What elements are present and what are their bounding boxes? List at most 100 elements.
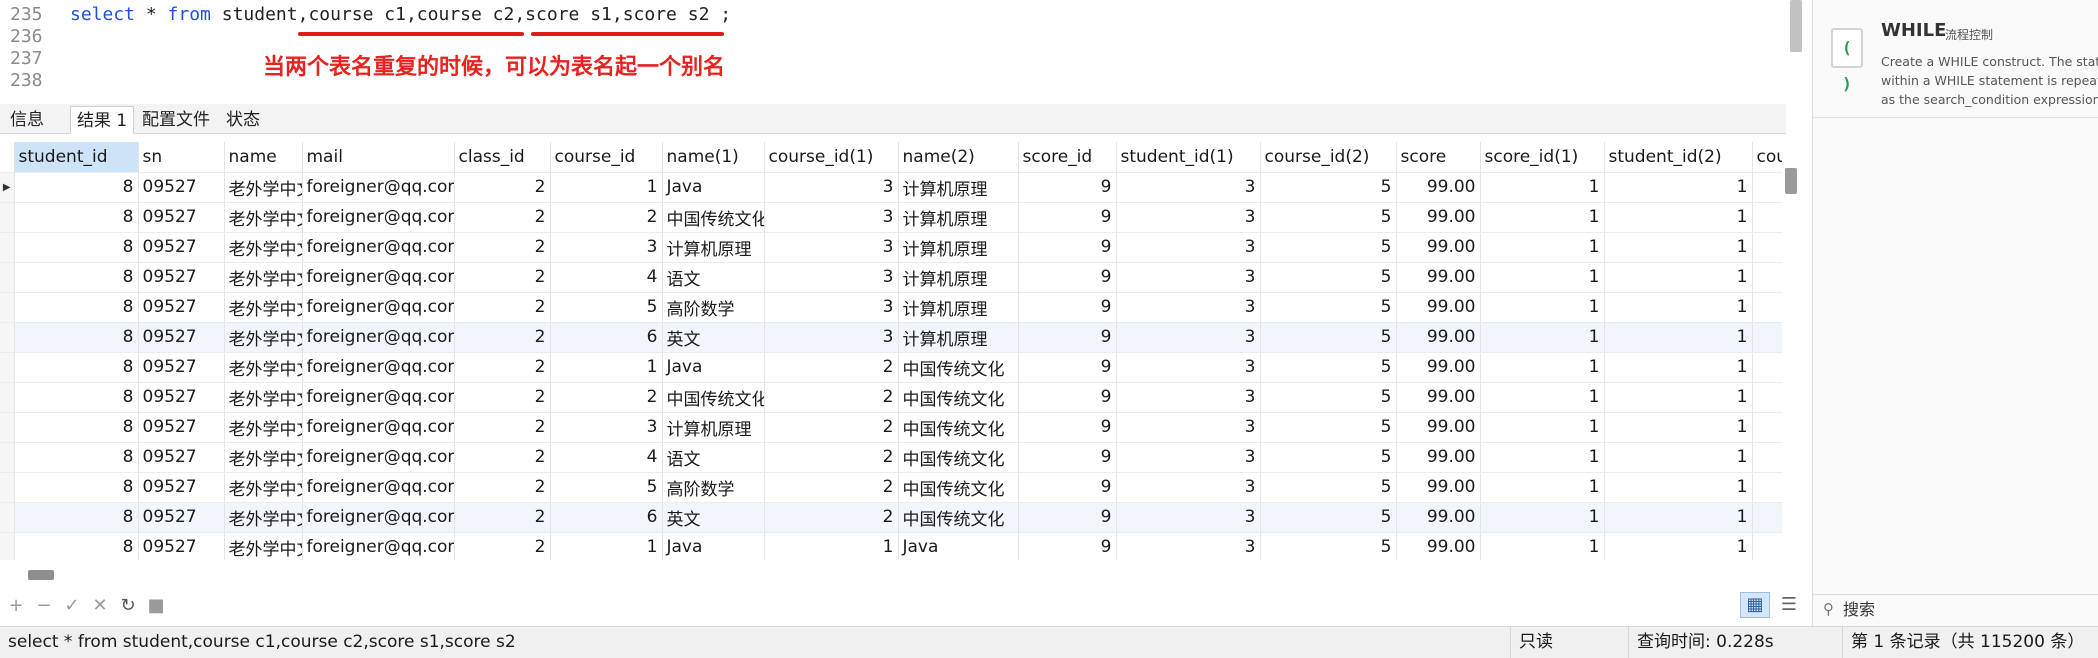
table-row[interactable]: 809527老外学中文foreigner@qq.com22中国传统文化2中国传统… [0, 382, 1782, 413]
table-cell[interactable]: 4 [550, 442, 663, 473]
table-cell[interactable]: 1 [1604, 532, 1753, 560]
table-cell[interactable]: 中国传统文化 [898, 382, 1019, 413]
column-header[interactable]: class_id [454, 142, 551, 173]
table-cell[interactable]: 计算机原理 [898, 262, 1019, 293]
row-marker[interactable] [0, 352, 15, 383]
table-cell[interactable]: 老外学中文 [224, 412, 303, 443]
table-cell[interactable]: 中国传统文化 [898, 412, 1019, 443]
table-cell[interactable]: 2 [454, 322, 551, 353]
table-cell[interactable]: 1 [1604, 412, 1753, 443]
table-cell[interactable]: 2 [454, 352, 551, 383]
table-cell[interactable]: 09527 [138, 532, 225, 560]
table-cell[interactable]: 高阶数学 [662, 472, 765, 503]
table-cell[interactable]: 1 [1480, 472, 1605, 503]
table-cell[interactable]: 2 [764, 442, 899, 473]
table-cell[interactable]: 9 [1018, 232, 1117, 263]
table-cell[interactable]: 9 [1018, 322, 1117, 353]
table-cell[interactable]: 8 [14, 352, 139, 383]
table-cell[interactable]: 中国传统文化 [662, 382, 765, 413]
table-cell[interactable]: 2 [454, 532, 551, 560]
search-input[interactable] [1843, 598, 2083, 620]
table-cell[interactable]: 老外学中文 [224, 502, 303, 533]
table-cell[interactable]: 99.00 [1396, 412, 1481, 443]
table-cell[interactable]: 2 [454, 412, 551, 443]
table-cell[interactable]: foreigner@qq.com [302, 352, 455, 383]
table-cell[interactable]: 计算机原理 [898, 202, 1019, 233]
table-cell[interactable]: 2 [454, 292, 551, 323]
table-cell[interactable]: 5 [1260, 202, 1397, 233]
form-view-button[interactable]: ☰ [1776, 592, 1802, 618]
table-row[interactable]: 809527老外学中文foreigner@qq.com25高阶数学2中国传统文化… [0, 472, 1782, 503]
table-cell[interactable]: 5 [550, 472, 663, 503]
table-cell[interactable]: 1 [1604, 502, 1753, 533]
table-cell[interactable]: 2 [454, 172, 551, 203]
table-cell[interactable]: 3 [1116, 382, 1261, 413]
table-cell[interactable] [1752, 442, 1782, 473]
column-header[interactable]: score_id(1) [1480, 142, 1605, 173]
table-cell[interactable]: 9 [1018, 502, 1117, 533]
table-cell[interactable]: 中国传统文化 [662, 202, 765, 233]
table-cell[interactable]: 99.00 [1396, 382, 1481, 413]
table-cell[interactable]: 09527 [138, 262, 225, 293]
table-cell[interactable]: 高阶数学 [662, 292, 765, 323]
column-header[interactable]: mail [302, 142, 455, 173]
table-cell[interactable]: 计算机原理 [662, 232, 765, 263]
row-marker[interactable] [0, 382, 15, 413]
table-cell[interactable]: 老外学中文 [224, 172, 303, 203]
table-cell[interactable]: 1 [1480, 172, 1605, 203]
table-cell[interactable] [1752, 232, 1782, 263]
table-cell[interactable]: foreigner@qq.com [302, 382, 455, 413]
table-cell[interactable] [1752, 382, 1782, 413]
table-cell[interactable]: foreigner@qq.com [302, 232, 455, 263]
table-cell[interactable]: 1 [1604, 472, 1753, 503]
table-cell[interactable]: 3 [764, 262, 899, 293]
table-cell[interactable]: 3 [1116, 442, 1261, 473]
table-cell[interactable]: 1 [1480, 322, 1605, 353]
table-cell[interactable]: 中国传统文化 [898, 352, 1019, 383]
table-cell[interactable]: 2 [454, 232, 551, 263]
table-cell[interactable]: 3 [1116, 292, 1261, 323]
table-cell[interactable]: 1 [1480, 412, 1605, 443]
table-cell[interactable]: 1 [1480, 202, 1605, 233]
table-cell[interactable]: Java [662, 532, 765, 560]
table-cell[interactable]: 5 [1260, 322, 1397, 353]
table-cell[interactable]: 1 [1604, 322, 1753, 353]
table-cell[interactable]: 老外学中文 [224, 292, 303, 323]
refresh-button[interactable]: ↻ [118, 596, 138, 616]
table-cell[interactable]: 1 [1604, 232, 1753, 263]
table-cell[interactable]: 1 [1604, 202, 1753, 233]
table-cell[interactable]: 2 [454, 442, 551, 473]
table-cell[interactable]: 5 [550, 292, 663, 323]
row-marker[interactable] [0, 322, 15, 353]
table-cell[interactable]: 计算机原理 [898, 292, 1019, 323]
table-cell[interactable]: 99.00 [1396, 532, 1481, 560]
delete-record-button[interactable]: − [34, 596, 54, 616]
stop-button[interactable]: ■ [146, 596, 166, 616]
table-cell[interactable]: Java [662, 352, 765, 383]
row-marker[interactable] [0, 442, 15, 473]
table-cell[interactable]: 老外学中文 [224, 382, 303, 413]
table-cell[interactable]: 8 [14, 442, 139, 473]
table-cell[interactable]: Java [662, 172, 765, 203]
table-row[interactable]: 809527老外学中文foreigner@qq.com21Java1Java93… [0, 532, 1782, 560]
column-header[interactable]: student_id [14, 142, 139, 173]
table-cell[interactable]: 英文 [662, 502, 765, 533]
table-cell[interactable]: 3 [1116, 202, 1261, 233]
table-cell[interactable]: 09527 [138, 292, 225, 323]
table-cell[interactable]: 3 [550, 412, 663, 443]
table-cell[interactable]: 3 [550, 232, 663, 263]
table-cell[interactable]: 3 [1116, 412, 1261, 443]
table-cell[interactable]: 5 [1260, 472, 1397, 503]
table-cell[interactable]: 09527 [138, 232, 225, 263]
table-cell[interactable]: 2 [454, 472, 551, 503]
table-cell[interactable]: 99.00 [1396, 262, 1481, 293]
column-header[interactable]: score [1396, 142, 1481, 173]
table-cell[interactable]: foreigner@qq.com [302, 202, 455, 233]
table-cell[interactable]: 1 [550, 532, 663, 560]
table-cell[interactable]: 老外学中文 [224, 352, 303, 383]
table-cell[interactable]: 3 [1116, 172, 1261, 203]
table-cell[interactable]: 09527 [138, 202, 225, 233]
row-marker[interactable] [0, 202, 15, 233]
table-cell[interactable]: 2 [454, 502, 551, 533]
table-cell[interactable]: 2 [550, 382, 663, 413]
